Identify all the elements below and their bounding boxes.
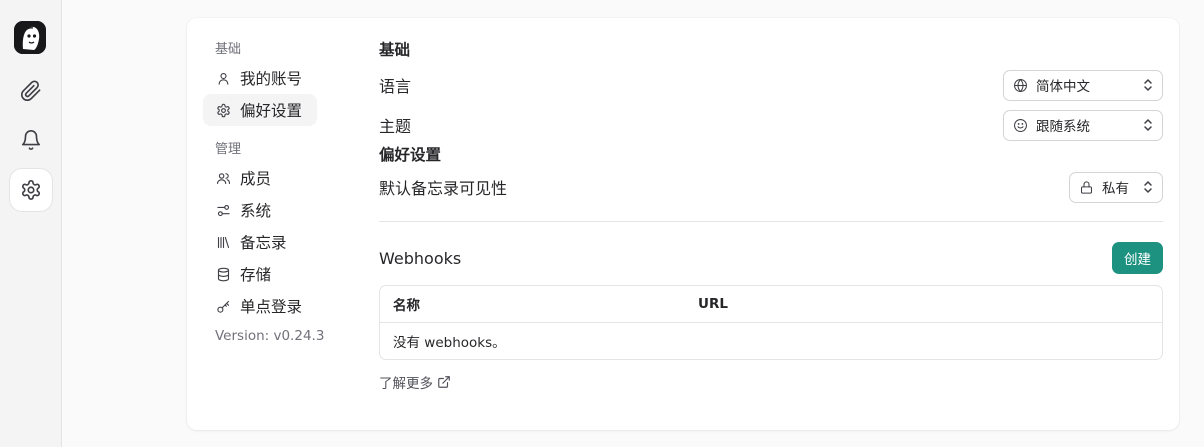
rail-settings-button[interactable] (10, 169, 52, 211)
webhooks-title: Webhooks (379, 248, 462, 268)
users-icon (217, 172, 230, 184)
key-icon (217, 300, 230, 313)
library-icon (217, 236, 230, 248)
rail-inbox-button[interactable] (10, 119, 52, 161)
sliders-icon (217, 204, 230, 216)
nav-item-my-account[interactable]: 我的账号 (203, 62, 317, 94)
column-header-url: URL (698, 296, 728, 312)
language-label: 语言 (379, 77, 412, 96)
nav-item-storage[interactable]: 存储 (203, 258, 317, 290)
section-heading-preferences: 偏好设置 (379, 146, 442, 164)
app-logo[interactable] (14, 21, 46, 54)
visibility-row: 默认备忘录可见性 私有 (379, 171, 1163, 203)
user-icon (218, 72, 229, 85)
database-icon (217, 267, 230, 281)
lock-icon (1080, 180, 1093, 194)
column-header-name: 名称 (393, 298, 420, 314)
nav-item-label: 备忘录 (240, 234, 287, 252)
table-header: 名称 URL (380, 286, 1162, 323)
theme-select[interactable]: 跟随系统 (1003, 109, 1163, 141)
nav-item-label: 存储 (240, 266, 272, 284)
theme-label: 主题 (379, 117, 412, 136)
theme-value: 跟随系统 (1036, 119, 1090, 135)
webhooks-table: 名称 URL 没有 webhooks。 (379, 285, 1163, 360)
theme-row: 主题 跟随系统 (379, 105, 1163, 145)
globe-icon (1014, 78, 1027, 92)
bell-icon (21, 130, 41, 151)
nav-section-basic: 基础 (215, 42, 242, 57)
chevron-up-down-icon (1144, 118, 1152, 132)
visibility-value: 私有 (1102, 181, 1129, 197)
nav-item-members[interactable]: 成员 (203, 162, 317, 194)
table-empty-row: 没有 webhooks。 (380, 323, 1162, 359)
nav-item-preferences[interactable]: 偏好设置 (203, 94, 317, 126)
create-webhook-button[interactable]: 创建 (1112, 242, 1163, 274)
chevron-up-down-icon (1144, 78, 1152, 92)
language-value: 简体中文 (1036, 79, 1090, 95)
section-heading-basic: 基础 (379, 41, 411, 59)
language-row: 语言 简体中文 (379, 65, 1163, 105)
nav-item-label: 我的账号 (240, 70, 303, 88)
logo-icon (14, 21, 46, 54)
nav-item-system[interactable]: 系统 (203, 194, 317, 226)
gear-icon (217, 103, 230, 117)
nav-item-label: 成员 (240, 170, 272, 188)
app-rail (0, 0, 62, 447)
smile-icon (1014, 118, 1027, 132)
chevron-up-down-icon (1144, 180, 1152, 194)
learn-more-link[interactable]: 了解更多 (379, 372, 1163, 392)
rail-resources-button[interactable] (10, 70, 52, 112)
version-label: Version: v0.24.3 (215, 328, 325, 344)
learn-more-label: 了解更多 (379, 376, 433, 392)
section-divider (379, 221, 1163, 222)
nav-item-label: 系统 (240, 202, 272, 220)
settings-nav: 基础 我的账号 偏好设置 管理 成员 系统 备忘录 存储 单点登录 Versio… (203, 38, 363, 344)
settings-content: 基础 语言 简体中文 主题 跟随系统 偏好设置 默认备忘录可见性 私有 Webh… (379, 40, 1163, 392)
language-select[interactable]: 简体中文 (1003, 69, 1163, 101)
settings-card: 基础 我的账号 偏好设置 管理 成员 系统 备忘录 存储 单点登录 Versio… (187, 18, 1179, 430)
gear-icon (21, 180, 41, 200)
paperclip-icon (20, 80, 41, 102)
nav-item-label: 单点登录 (240, 298, 303, 316)
external-link-icon (438, 376, 450, 388)
nav-section-admin: 管理 (215, 142, 242, 157)
nav-item-sso[interactable]: 单点登录 (203, 290, 317, 322)
visibility-label: 默认备忘录可见性 (379, 179, 508, 198)
webhooks-header: Webhooks 创建 (379, 242, 1163, 274)
empty-message: 没有 webhooks。 (393, 335, 506, 351)
visibility-select[interactable]: 私有 (1069, 171, 1163, 203)
nav-item-memos[interactable]: 备忘录 (203, 226, 317, 258)
nav-item-label: 偏好设置 (240, 102, 303, 120)
